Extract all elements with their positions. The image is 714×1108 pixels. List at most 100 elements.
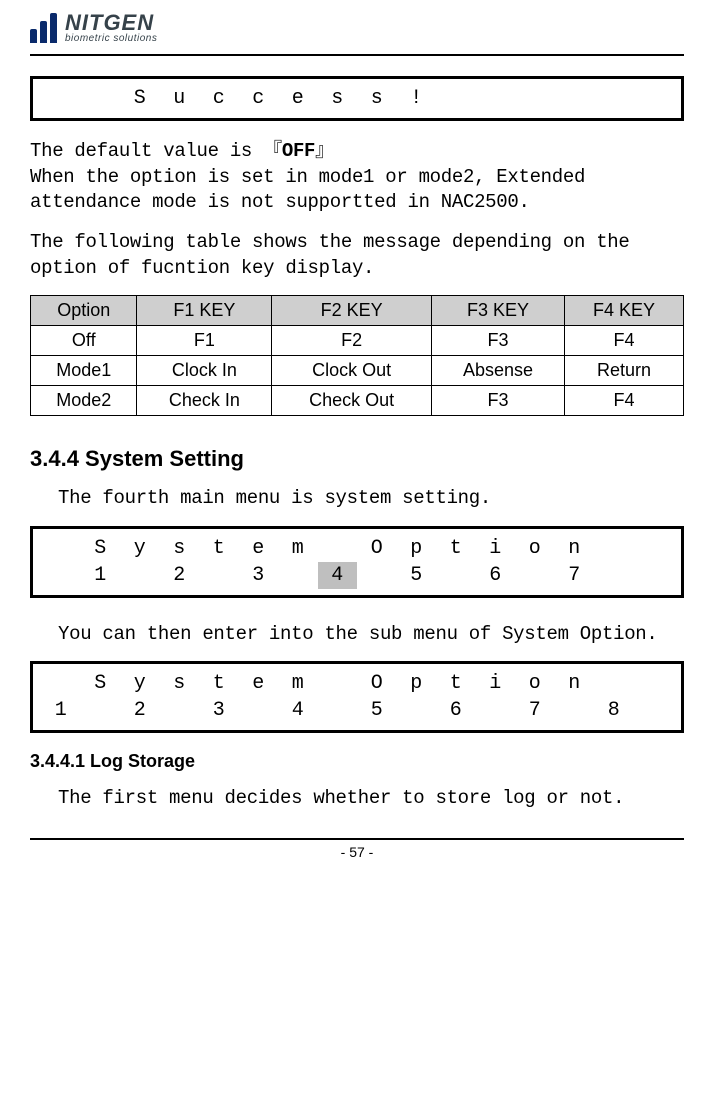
page: NITGEN biometric solutions Success! The … (0, 0, 714, 872)
page-number: - 57 - (30, 844, 684, 860)
lcd-cell: i (476, 670, 516, 697)
lcd-cell: s (318, 85, 358, 112)
lcd-cell: 3 (199, 697, 239, 724)
lcd-cell: 6 (476, 562, 516, 589)
table-cell: Return (565, 356, 684, 386)
table-cell: F2 (272, 326, 432, 356)
success-display: Success! (30, 76, 684, 121)
lcd-cell: i (476, 535, 516, 562)
lcd-cell: 3 (239, 562, 279, 589)
header-divider (30, 54, 684, 56)
lcd-cell: 1 (41, 697, 81, 724)
text: 』 (315, 140, 334, 162)
table-row: OffF1F2F3F4 (31, 326, 684, 356)
lcd-cell (278, 562, 318, 589)
lcd-cell: e (239, 670, 279, 697)
table-row: Mode2Check InCheck OutF3F4 (31, 386, 684, 416)
lcd-cell (634, 697, 674, 724)
lcd-cell (81, 697, 121, 724)
table-cell: F1 (137, 326, 272, 356)
table-header: Option (31, 296, 137, 326)
lcd-cell: e (278, 85, 318, 112)
system-option-display-2: System Option 1 2 3 4 5 6 7 8 (30, 661, 684, 733)
table-cell: Clock Out (272, 356, 432, 386)
lcd-cell: 7 (555, 562, 595, 589)
table-header: F1 KEY (137, 296, 272, 326)
lcd-cell (397, 697, 437, 724)
lcd-cell: u (160, 85, 200, 112)
table-cell: Check Out (272, 386, 432, 416)
text: When the option is set in mode1 or mode2… (30, 166, 585, 214)
lcd-cell (634, 85, 674, 112)
lcd-cell (357, 562, 397, 589)
lcd-cell (199, 562, 239, 589)
paragraph-submenu: You can then enter into the sub menu of … (30, 622, 684, 648)
lcd-cell: S (81, 535, 121, 562)
table-cell: F4 (565, 326, 684, 356)
lcd-cell (594, 670, 634, 697)
lcd-cell (318, 535, 358, 562)
lcd-cell (594, 535, 634, 562)
lcd-cell: m (278, 670, 318, 697)
lcd-cell: 2 (160, 562, 200, 589)
subsection-heading-log-storage: 3.4.4.1 Log Storage (30, 751, 684, 772)
lcd-cell: O (357, 670, 397, 697)
lcd-cell (318, 670, 358, 697)
lcd-cell (515, 562, 555, 589)
lcd-cell (41, 85, 81, 112)
lcd-cell (120, 562, 160, 589)
table-cell: Off (31, 326, 137, 356)
lcd-cell (436, 85, 476, 112)
footer-divider (30, 838, 684, 840)
table-cell: Clock In (137, 356, 272, 386)
lcd-cell: s (160, 535, 200, 562)
lcd-cell (555, 85, 595, 112)
lcd-cell: p (397, 670, 437, 697)
table-header: F3 KEY (431, 296, 564, 326)
lcd-row: System Option (41, 535, 673, 562)
function-key-table: OptionF1 KEYF2 KEYF3 KEYF4 KEYOffF1F2F3F… (30, 295, 684, 416)
lcd-cell (41, 670, 81, 697)
paragraph-table-intro: The following table shows the message de… (30, 230, 684, 281)
lcd-cell (634, 562, 674, 589)
lcd-cell (81, 85, 121, 112)
lcd-cell (594, 562, 634, 589)
header: NITGEN biometric solutions (30, 12, 684, 50)
lcd-cell: s (160, 670, 200, 697)
lcd-cell: c (239, 85, 279, 112)
text: The default value is 『 (30, 140, 282, 162)
logo-brand: NITGEN (65, 12, 157, 34)
table-cell: Mode1 (31, 356, 137, 386)
lcd-cell: 5 (397, 562, 437, 589)
paragraph-system-setting-intro: The fourth main menu is system setting. (30, 486, 684, 512)
lcd-cell (160, 697, 200, 724)
lcd-cell: s (357, 85, 397, 112)
lcd-cell: 2 (120, 697, 160, 724)
lcd-cell (476, 697, 516, 724)
lcd-cell: e (239, 535, 279, 562)
lcd-cell: 4 (318, 562, 358, 589)
lcd-cell: t (436, 670, 476, 697)
lcd-cell (436, 562, 476, 589)
system-option-display-1: System Option 1 2 3 4 5 6 7 (30, 526, 684, 598)
lcd-cell (239, 697, 279, 724)
paragraph-default-value: The default value is 『OFF』 When the opti… (30, 139, 684, 216)
lcd-cell (515, 85, 555, 112)
lcd-cell (634, 670, 674, 697)
lcd-cell (594, 85, 634, 112)
lcd-cell: O (357, 535, 397, 562)
table-cell: F3 (431, 326, 564, 356)
lcd-cell (476, 85, 516, 112)
lcd-row: 1 2 3 4 5 6 7 8 (41, 697, 673, 724)
lcd-cell: S (120, 85, 160, 112)
lcd-cell: o (515, 535, 555, 562)
lcd-cell: 6 (436, 697, 476, 724)
table-row: Mode1Clock InClock OutAbsenseReturn (31, 356, 684, 386)
lcd-cell (41, 535, 81, 562)
lcd-row: System Option (41, 670, 673, 697)
lcd-cell: ! (397, 85, 437, 112)
lcd-cell: p (397, 535, 437, 562)
logo-text: NITGEN biometric solutions (65, 12, 157, 44)
lcd-cell: 8 (594, 697, 634, 724)
lcd-cell: c (199, 85, 239, 112)
